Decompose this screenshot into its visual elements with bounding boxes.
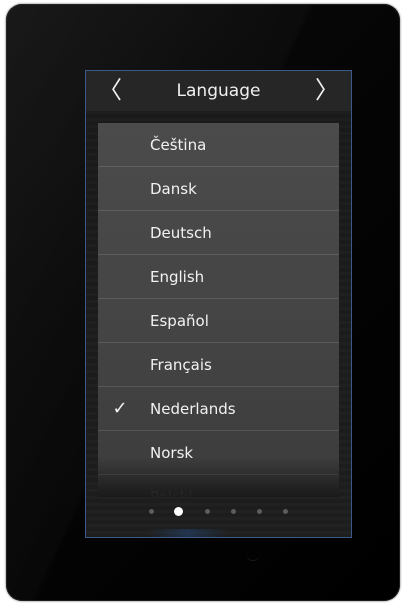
language-item-nederlands[interactable]: ✓ Nederlands bbox=[98, 387, 339, 431]
page-dot[interactable] bbox=[257, 509, 262, 514]
language-label: Español bbox=[150, 312, 209, 330]
language-label: Deutsch bbox=[150, 224, 212, 242]
page-dot[interactable] bbox=[149, 509, 154, 514]
page-dot[interactable] bbox=[283, 509, 288, 514]
next-item-glimpse bbox=[148, 529, 228, 537]
page-dot[interactable] bbox=[205, 509, 210, 514]
page-indicator bbox=[86, 505, 351, 519]
language-label: Nederlands bbox=[150, 400, 236, 418]
language-item-francais[interactable]: Français bbox=[98, 343, 339, 387]
language-label: Norsk bbox=[150, 444, 194, 462]
language-label: Čeština bbox=[150, 136, 207, 154]
language-item-norsk[interactable]: Norsk bbox=[98, 431, 339, 475]
device-bezel: 〈 Language 〉 Čeština Dansk Deutsch Engli… bbox=[6, 4, 400, 601]
language-item-english[interactable]: English bbox=[98, 255, 339, 299]
language-label: Polski bbox=[150, 488, 193, 497]
language-item-cestina[interactable]: Čeština bbox=[98, 123, 339, 167]
language-item-polski[interactable]: Polski bbox=[98, 475, 339, 497]
language-label: English bbox=[150, 268, 205, 286]
touch-screen: 〈 Language 〉 Čeština Dansk Deutsch Engli… bbox=[85, 70, 352, 538]
language-label: Dansk bbox=[150, 180, 197, 198]
language-list[interactable]: Čeština Dansk Deutsch English Español Fr… bbox=[98, 123, 339, 497]
list-area: Čeština Dansk Deutsch English Español Fr… bbox=[86, 111, 351, 537]
language-item-deutsch[interactable]: Deutsch bbox=[98, 211, 339, 255]
language-item-dansk[interactable]: Dansk bbox=[98, 167, 339, 211]
chevron-right-icon[interactable]: 〉 bbox=[313, 73, 341, 109]
header-bar: 〈 Language 〉 bbox=[86, 71, 351, 111]
page-dot[interactable] bbox=[231, 509, 236, 514]
language-item-espanol[interactable]: Español bbox=[98, 299, 339, 343]
checkmark-icon: ✓ bbox=[112, 398, 128, 419]
language-label: Français bbox=[150, 356, 212, 374]
page-dot-active[interactable] bbox=[174, 507, 183, 516]
proximity-sensor bbox=[246, 554, 260, 561]
page-title: Language bbox=[176, 81, 261, 101]
